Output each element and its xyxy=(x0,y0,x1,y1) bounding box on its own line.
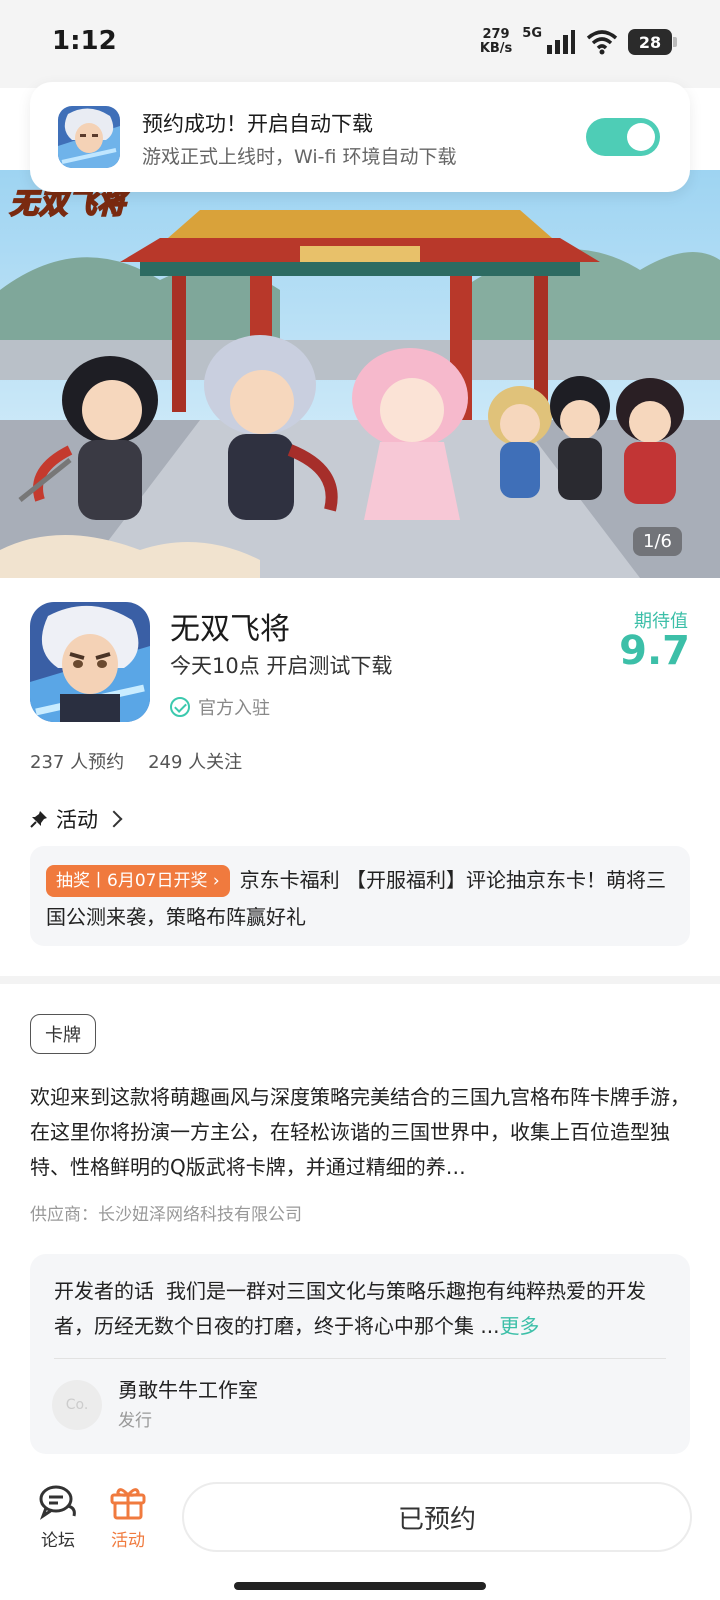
developer-name[interactable]: 勇敢牛牛工作室 xyxy=(118,1374,258,1403)
network-type: 5G xyxy=(522,26,542,41)
banner-page-counter: 1/6 xyxy=(633,527,682,556)
lottery-tag: 抽奖丨6月07日开奖 › xyxy=(46,865,230,897)
developer-avatar[interactable]: Co. xyxy=(52,1380,102,1430)
section-divider xyxy=(0,976,720,984)
notification-title: 预约成功！开启自动下载 xyxy=(142,112,373,136)
activity-card[interactable]: 抽奖丨6月07日开奖 › 京东卡福利 【开服福利】评论抽京东卡！萌将三国公测来袭，… xyxy=(30,846,690,946)
reservation-count: 237 人预约 xyxy=(30,752,125,773)
follower-count: 249 人关注 xyxy=(148,752,243,773)
network-speed-unit: KB/s xyxy=(479,41,513,56)
notification-subtitle: 游戏正式上线时，Wi-fi 环境自动下载 xyxy=(142,146,457,168)
activity-section-header[interactable]: 活动 xyxy=(30,804,123,834)
reserved-button[interactable]: 已预约 xyxy=(182,1482,692,1552)
activity-section-title: 活动 xyxy=(56,808,98,832)
nav-activity[interactable]: 活动 xyxy=(98,1484,158,1551)
lottery-tag-label: 抽奖丨6月07日开奖 xyxy=(56,871,208,891)
game-banner-carousel[interactable]: 无双飞将 1/6 xyxy=(0,170,720,578)
game-stats: 237 人预约 249 人关注 xyxy=(30,748,242,774)
chevron-right-icon xyxy=(105,810,123,828)
auto-download-toggle[interactable] xyxy=(586,118,660,156)
network-speed: 279 KB/s xyxy=(480,28,512,56)
verified-check-icon xyxy=(170,697,190,717)
developer-card-divider xyxy=(54,1358,666,1359)
status-bar: 1:12 279 KB/s 5G 28 xyxy=(0,0,720,88)
game-title: 无双飞将 xyxy=(170,612,290,647)
network-speed-value: 279 xyxy=(482,27,510,42)
category-tag[interactable]: 卡牌 xyxy=(30,1014,96,1054)
developer-message: 开发者的话 我们是一群对三国文化与策略乐趣抱有纯粹热爱的开发者，历经无数个日夜的打… xyxy=(54,1274,666,1344)
status-time: 1:12 xyxy=(52,26,117,56)
game-description[interactable]: 欢迎来到这款将萌趣画风与深度策略完美结合的三国九宫格布阵卡牌手游，在这里你将扮演… xyxy=(30,1080,690,1185)
pin-icon xyxy=(30,811,47,828)
developer-message-label: 开发者的话 xyxy=(54,1279,154,1303)
official-label: 官方入驻 xyxy=(198,698,270,719)
battery-level: 28 xyxy=(638,32,662,52)
nav-forum-label: 论坛 xyxy=(41,1531,75,1551)
game-test-schedule: 今天10点 开启测试下载 xyxy=(170,654,393,678)
more-link[interactable]: 更多 xyxy=(499,1314,539,1338)
supplier-info: 供应商：长沙妞泽网络科技有限公司 xyxy=(30,1205,302,1225)
forum-icon xyxy=(39,1485,76,1520)
developer-card: 开发者的话 我们是一群对三国文化与策略乐趣抱有纯粹热爱的开发者，历经无数个日夜的打… xyxy=(30,1254,690,1454)
game-app-icon xyxy=(30,602,150,722)
battery-icon: 28 xyxy=(628,29,677,55)
banner-illustration xyxy=(0,170,720,578)
home-indicator[interactable] xyxy=(234,1582,486,1590)
official-badge: 官方入驻 xyxy=(170,694,270,720)
status-icons: 279 KB/s 5G 28 xyxy=(480,24,677,60)
developer-role: 发行 xyxy=(118,1411,152,1431)
game-icon-small xyxy=(58,106,120,168)
bottom-action-bar: 论坛 活动 已预约 xyxy=(0,1464,720,1600)
wifi-icon xyxy=(586,30,618,55)
reservation-success-notification: 预约成功！开启自动下载 游戏正式上线时，Wi-fi 环境自动下载 xyxy=(30,82,690,192)
expectation-score: 9.7 xyxy=(619,628,690,674)
nav-forum[interactable]: 论坛 xyxy=(28,1484,88,1551)
nav-activity-label: 活动 xyxy=(111,1531,145,1551)
gift-icon xyxy=(110,1488,146,1520)
signal-icon xyxy=(547,30,575,54)
